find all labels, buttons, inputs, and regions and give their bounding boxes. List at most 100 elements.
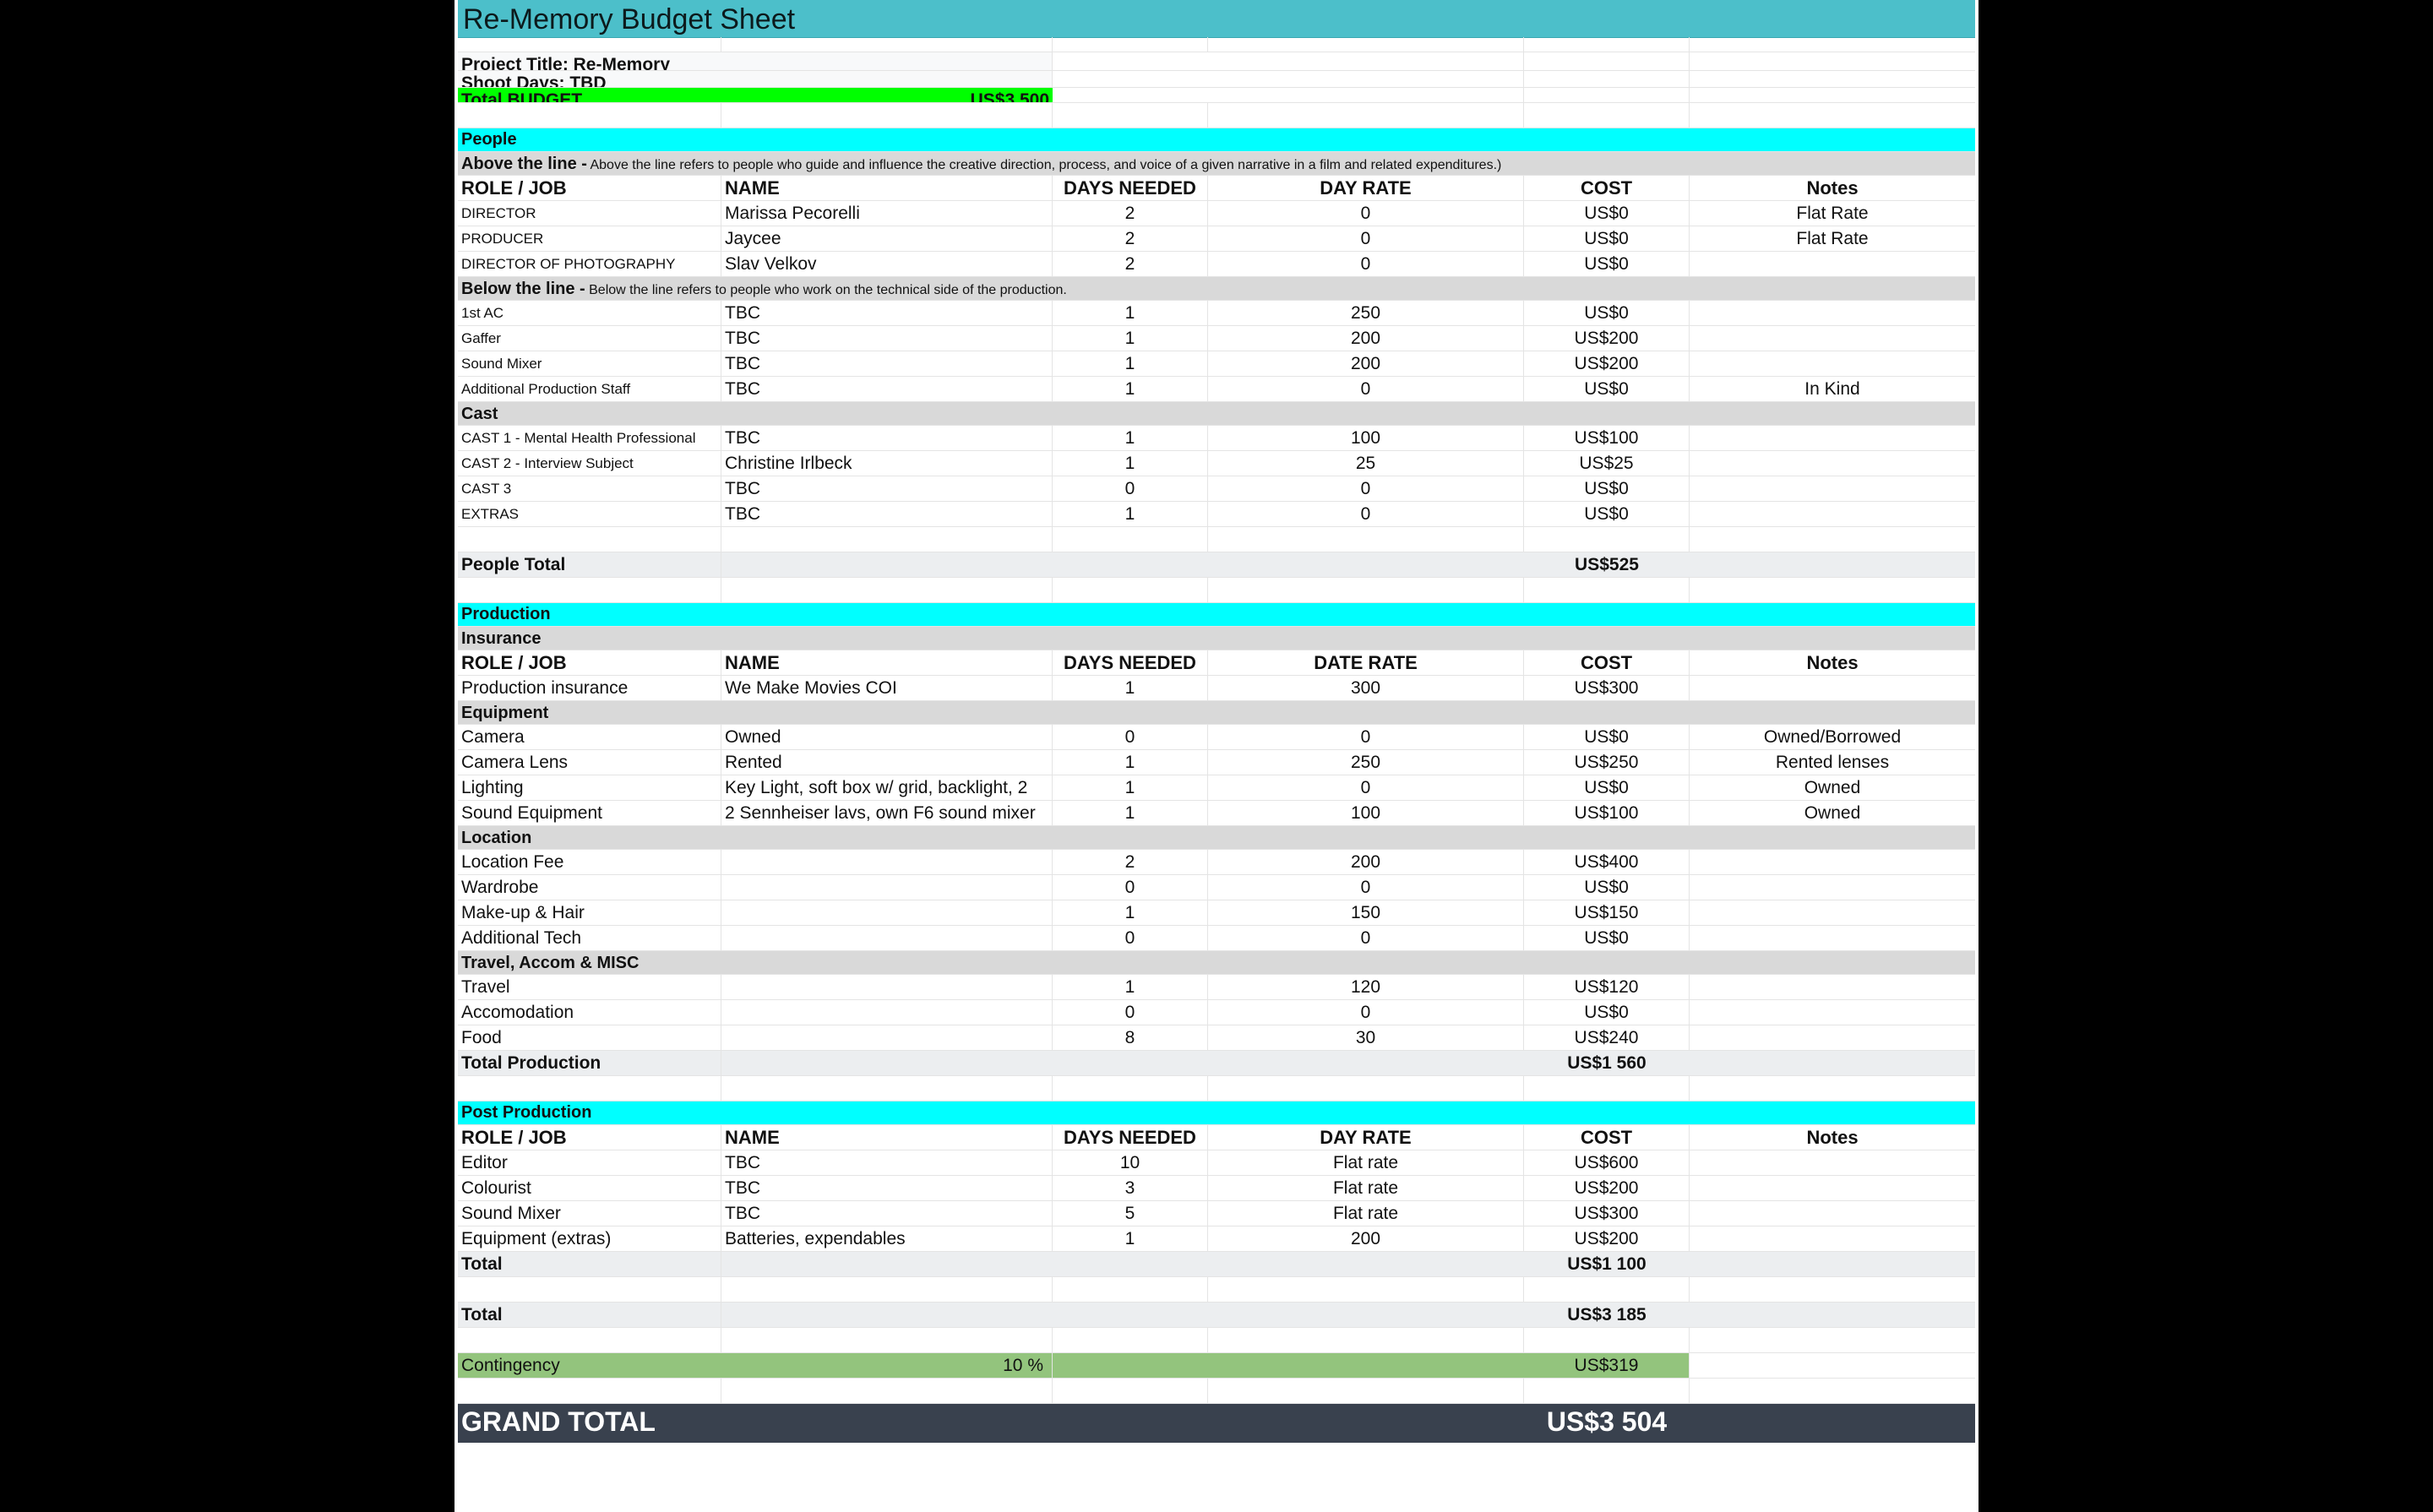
rate-cell[interactable]: 0 (1208, 775, 1524, 800)
contingency-value[interactable]: US$319 (1524, 1353, 1690, 1378)
cost-cell[interactable]: US$100 (1524, 801, 1690, 825)
empty-cell[interactable] (1053, 103, 1208, 128)
role-cell[interactable]: DIRECTOR (458, 201, 721, 226)
empty-cell[interactable] (1208, 88, 1524, 102)
rate-cell[interactable]: 0 (1208, 226, 1524, 251)
days-cell[interactable]: 1 (1053, 676, 1208, 700)
rate-cell[interactable]: Flat rate (1208, 1150, 1524, 1175)
role-cell[interactable]: PRODUCER (458, 226, 721, 251)
rate-cell[interactable]: 0 (1208, 476, 1524, 501)
cost-cell[interactable]: US$400 (1524, 850, 1690, 874)
rate-cell[interactable]: 0 (1208, 377, 1524, 401)
rate-cell[interactable]: 100 (1208, 801, 1524, 825)
empty-cell[interactable] (1053, 527, 1208, 552)
role-cell[interactable]: 1st AC (458, 301, 721, 325)
notes-cell[interactable] (1690, 301, 1975, 325)
location-subsection-label[interactable]: Location (458, 826, 1975, 849)
empty-cell[interactable] (721, 578, 1053, 602)
name-cell[interactable]: Jaycee (721, 226, 1053, 251)
cost-cell[interactable]: US$0 (1524, 502, 1690, 526)
name-cell[interactable]: Batteries, expendables (721, 1226, 1053, 1251)
notes-cell[interactable] (1690, 900, 1975, 925)
post-production-section-label[interactable]: Post Production (458, 1101, 1975, 1124)
days-cell[interactable]: 3 (1053, 1176, 1208, 1200)
empty-cell[interactable] (1208, 527, 1524, 552)
header-days[interactable]: DAYS NEEDED (1053, 1125, 1208, 1150)
empty-cell[interactable] (721, 103, 1053, 128)
empty-cell[interactable] (1208, 52, 1524, 70)
rate-cell[interactable]: 200 (1208, 850, 1524, 874)
rate-cell[interactable]: Flat rate (1208, 1201, 1524, 1226)
rate-cell[interactable]: 0 (1208, 502, 1524, 526)
empty-cell[interactable] (1524, 37, 1690, 52)
empty-cell[interactable] (1690, 1328, 1975, 1352)
notes-cell[interactable]: Owned (1690, 801, 1975, 825)
empty-cell[interactable] (1690, 1353, 1975, 1378)
role-cell[interactable]: DIRECTOR OF PHOTOGRAPHY (458, 252, 721, 276)
empty-cell[interactable] (1524, 52, 1690, 70)
cost-cell[interactable]: US$0 (1524, 226, 1690, 251)
empty-cell[interactable] (721, 527, 1053, 552)
rate-cell[interactable]: 0 (1208, 1000, 1524, 1025)
role-cell[interactable]: Sound Mixer (458, 351, 721, 376)
notes-cell[interactable] (1690, 451, 1975, 476)
days-cell[interactable]: 0 (1053, 875, 1208, 900)
empty-cell[interactable] (721, 1277, 1053, 1302)
role-cell[interactable]: Gaffer (458, 326, 721, 351)
sheet-title-bar[interactable]: Re-Memory Budget Sheet (458, 0, 1975, 38)
rate-cell[interactable]: 300 (1208, 676, 1524, 700)
notes-cell[interactable] (1690, 1000, 1975, 1025)
cost-cell[interactable]: US$250 (1524, 750, 1690, 775)
empty-cell[interactable] (1690, 71, 1975, 87)
cost-cell[interactable]: US$200 (1524, 1226, 1690, 1251)
cost-cell[interactable]: US$0 (1524, 1000, 1690, 1025)
equipment-subsection-label[interactable]: Equipment (458, 701, 1975, 724)
empty-cell[interactable] (458, 103, 721, 128)
empty-cell[interactable] (1208, 1379, 1524, 1403)
header-days[interactable]: DAYS NEEDED (1053, 650, 1208, 675)
role-cell[interactable]: Colourist (458, 1176, 721, 1200)
days-cell[interactable]: 1 (1053, 351, 1208, 376)
name-cell[interactable] (721, 875, 1053, 900)
empty-cell[interactable] (1208, 578, 1524, 602)
days-cell[interactable]: 1 (1053, 326, 1208, 351)
empty-cell[interactable] (1053, 578, 1208, 602)
cost-cell[interactable]: US$200 (1524, 1176, 1690, 1200)
days-cell[interactable]: 1 (1053, 426, 1208, 450)
cost-cell[interactable]: US$150 (1524, 900, 1690, 925)
empty-cell[interactable] (458, 527, 721, 552)
header-role[interactable]: ROLE / JOB (458, 1125, 721, 1150)
rate-cell[interactable]: 0 (1208, 252, 1524, 276)
below-the-line-label[interactable]: Below the line - Below the line refers t… (458, 277, 1975, 300)
empty-cell[interactable] (1524, 527, 1690, 552)
days-cell[interactable]: 10 (1053, 1150, 1208, 1175)
days-cell[interactable]: 2 (1053, 850, 1208, 874)
notes-cell[interactable]: Flat Rate (1690, 226, 1975, 251)
empty-cell[interactable] (1690, 37, 1975, 52)
empty-cell[interactable] (458, 1328, 721, 1352)
notes-cell[interactable] (1690, 1176, 1975, 1200)
notes-cell[interactable] (1690, 1025, 1975, 1050)
empty-cell[interactable] (1208, 71, 1524, 87)
notes-cell[interactable] (1690, 351, 1975, 376)
role-cell[interactable]: Make-up & Hair (458, 900, 721, 925)
days-cell[interactable]: 1 (1053, 750, 1208, 775)
name-cell[interactable]: TBC (721, 426, 1053, 450)
name-cell[interactable]: TBC (721, 377, 1053, 401)
empty-cell[interactable] (458, 578, 721, 602)
cost-cell[interactable]: US$300 (1524, 1201, 1690, 1226)
notes-cell[interactable] (1690, 326, 1975, 351)
days-cell[interactable]: 2 (1053, 252, 1208, 276)
role-cell[interactable]: Production insurance (458, 676, 721, 700)
notes-cell[interactable] (1690, 502, 1975, 526)
days-cell[interactable]: 5 (1053, 1201, 1208, 1226)
header-name[interactable]: NAME (721, 1125, 1053, 1150)
header-rate[interactable]: DATE RATE (1208, 650, 1524, 675)
empty-cell[interactable] (458, 1379, 721, 1403)
notes-cell[interactable]: In Kind (1690, 377, 1975, 401)
days-cell[interactable]: 0 (1053, 926, 1208, 950)
cost-cell[interactable]: US$0 (1524, 476, 1690, 501)
days-cell[interactable]: 1 (1053, 377, 1208, 401)
name-cell[interactable]: TBC (721, 301, 1053, 325)
total-budget-value[interactable]: US$3 500 (897, 88, 1053, 102)
